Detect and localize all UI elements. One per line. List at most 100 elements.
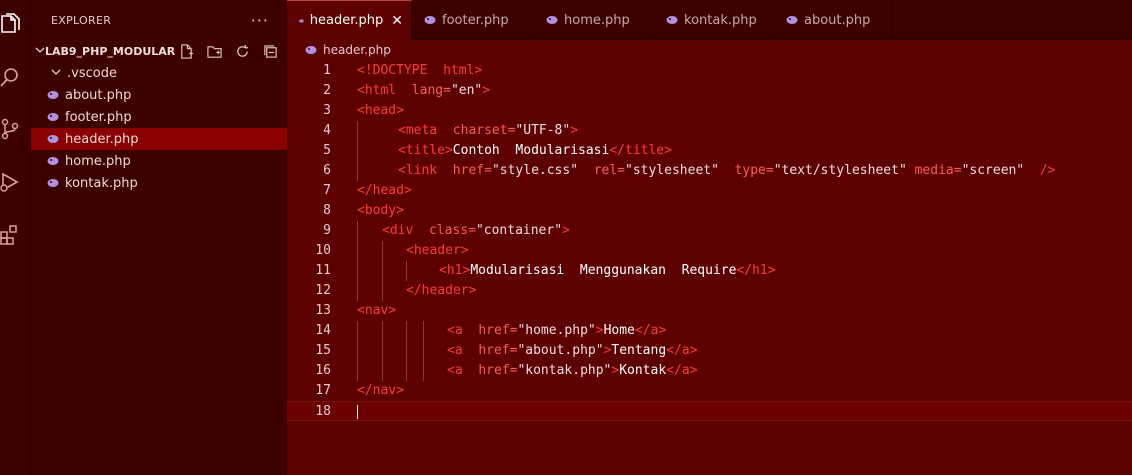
line-number: 18 <box>315 404 331 419</box>
code-token: "kontak.php" <box>517 363 612 378</box>
indent-guide <box>357 161 358 181</box>
line-number: 3 <box>323 103 331 118</box>
tab-about[interactable]: about.php <box>774 0 892 40</box>
explorer-sidebar: EXPLORER ··· LAB9_PHP_MODULAR .vscode abo… <box>30 0 287 475</box>
code-text: <meta charset="UTF-8"> <box>398 121 578 141</box>
code-line: 3 <head> <box>287 101 1132 121</box>
line-number: 8 <box>323 203 331 218</box>
tree-item-label: footer.php <box>65 109 132 125</box>
code-text: <!DOCTYPE html> <box>357 61 482 81</box>
close-icon[interactable]: ✕ <box>391 13 403 29</box>
code-text: <html lang="en"> <box>357 81 490 101</box>
code-editor[interactable]: 1 <!DOCTYPE html> 2 <html lang="en"> 3 <head>… <box>287 61 1132 421</box>
code-text: <h1>Modularisasi Menggunakan Require</h1… <box>439 261 776 281</box>
code-token: "en" <box>450 83 483 98</box>
code-line: 8 <body> <box>287 201 1132 221</box>
tab-footer[interactable]: footer.php <box>412 0 534 40</box>
code-token: > <box>595 323 604 338</box>
php-file-icon <box>786 16 798 24</box>
php-file-icon <box>305 46 317 54</box>
indent-guide <box>382 281 383 301</box>
code-token: type= <box>734 163 774 178</box>
extensions-icon[interactable] <box>0 223 22 249</box>
refresh-icon[interactable] <box>231 42 253 60</box>
code-token: </nav> <box>357 383 404 398</box>
indent-guide <box>357 361 358 381</box>
code-line: 12 </header> <box>287 281 1132 301</box>
code-line: 10 <header> <box>287 241 1132 261</box>
indent-guide <box>423 321 424 341</box>
code-token: lang= <box>411 83 451 98</box>
code-text: </nav> <box>357 381 404 401</box>
tab-header[interactable]: header.php ✕ <box>287 0 412 40</box>
indent-guide <box>406 321 407 341</box>
indent-guide <box>406 261 407 281</box>
folder-actions <box>175 42 287 60</box>
code-token: "UTF-8" <box>515 123 571 138</box>
code-text: <a href="about.php">Tentang</a> <box>447 341 697 361</box>
code-token: > <box>482 83 491 98</box>
code-token: > <box>562 223 570 238</box>
line-number: 15 <box>315 343 331 358</box>
tree-file[interactable]: home.php <box>31 150 287 172</box>
code-text: <div class="container"> <box>382 221 570 241</box>
collapse-all-icon[interactable] <box>259 42 281 60</box>
code-token: media= <box>914 163 962 178</box>
code-text: </header> <box>406 281 476 301</box>
code-line: 16 <a href="kontak.php">Kontak</a> <box>287 361 1132 381</box>
tab-label: kontak.php <box>684 12 757 28</box>
line-number: 16 <box>315 363 331 378</box>
indent-guide <box>357 341 358 361</box>
tab-label: header.php <box>309 13 384 28</box>
new-file-icon[interactable] <box>175 42 197 60</box>
php-file-icon <box>47 113 59 121</box>
tree-file[interactable]: about.php <box>31 84 287 106</box>
run-debug-icon[interactable] <box>0 171 22 197</box>
code-line: 11 <h1>Modularisasi Menggunakan Require</… <box>287 261 1132 281</box>
line-number: 13 <box>315 303 331 318</box>
tree-item-label: about.php <box>65 87 132 103</box>
indent-guide <box>382 361 383 381</box>
indent-guide <box>357 221 358 241</box>
workspace-folder[interactable]: LAB9_PHP_MODULAR <box>31 40 287 62</box>
source-control-icon[interactable] <box>0 118 22 144</box>
tab-home[interactable]: home.php <box>534 0 654 40</box>
php-file-icon <box>47 91 59 99</box>
tree-file[interactable]: footer.php <box>31 106 287 128</box>
code-token: <div <box>382 223 429 238</box>
code-line: 2 <html lang="en"> <box>287 81 1132 101</box>
code-line: 6 <link href="style.css" rel="stylesheet"… <box>287 161 1132 181</box>
code-text: <head> <box>357 101 404 121</box>
search-icon[interactable] <box>0 66 22 92</box>
code-token: </a> <box>666 363 698 378</box>
tree-file[interactable]: kontak.php <box>31 172 287 194</box>
indent-guide <box>357 121 358 141</box>
indent-guide <box>423 341 424 361</box>
code-token: href= <box>452 163 492 178</box>
code-token: href= <box>478 323 518 338</box>
new-folder-icon[interactable] <box>203 42 225 60</box>
explorer-header: EXPLORER ··· <box>31 0 287 40</box>
tree-file[interactable]: header.php <box>31 128 287 150</box>
code-token: <link <box>398 163 453 178</box>
tab-kontak[interactable]: kontak.php <box>654 0 774 40</box>
tree-item-label: home.php <box>65 153 131 169</box>
more-actions-icon[interactable]: ··· <box>251 11 269 30</box>
code-line: 18 <box>287 401 1132 421</box>
code-line: 1 <!DOCTYPE html> <box>287 61 1132 81</box>
breadcrumb[interactable]: header.php <box>287 40 1132 60</box>
code-token: </h1> <box>736 263 776 278</box>
code-line: 17 </nav> <box>287 381 1132 401</box>
code-token: "style.css" <box>491 163 594 178</box>
breadcrumb-file: header.php <box>323 43 391 57</box>
workspace-folder-name: LAB9_PHP_MODULAR <box>45 44 176 58</box>
files-icon[interactable] <box>0 13 22 39</box>
php-file-icon <box>666 16 678 24</box>
indent-guide <box>406 341 407 361</box>
code-text: </head> <box>357 181 412 201</box>
code-token: <meta <box>398 123 453 138</box>
tree-folder[interactable]: .vscode <box>31 62 287 84</box>
php-file-icon <box>47 135 59 143</box>
indent-guide <box>357 261 358 281</box>
php-file-icon <box>47 157 59 165</box>
